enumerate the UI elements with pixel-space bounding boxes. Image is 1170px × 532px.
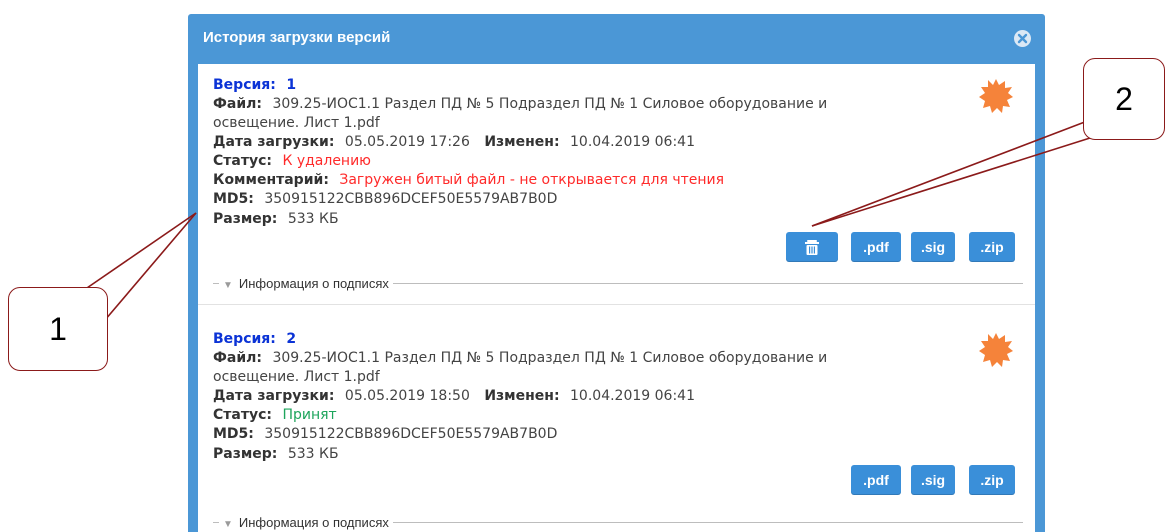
comment-value: Загружен битый файл - не открывается для… xyxy=(339,172,725,188)
comment-row: Комментарий: Загружен битый файл - не от… xyxy=(213,171,724,190)
dates-row: Дата загрузки: 05.05.2019 17:26 Изменен:… xyxy=(213,133,695,152)
status-row: Статус: Принят xyxy=(213,406,337,425)
signatures-info-text: Информация о подписях xyxy=(238,515,389,530)
close-icon[interactable] xyxy=(1014,30,1031,47)
version-title: Версия: 1 xyxy=(213,76,296,95)
file-name: 309.25-ИОС1.1 Раздел ПД № 5 Подраздел ПД… xyxy=(272,96,828,112)
size-label: Размер: xyxy=(213,211,278,227)
file-label: Файл: xyxy=(213,350,262,366)
pdf-button[interactable]: .pdf xyxy=(851,465,901,495)
modified-label: Изменен: xyxy=(484,388,560,404)
modified-label: Изменен: xyxy=(484,134,560,150)
dialog-body: Версия: 1 Файл: 309.25-ИОС1.1 Раздел ПД … xyxy=(198,64,1035,532)
status-burst-icon xyxy=(979,333,1013,367)
modified-value: 10.04.2019 06:41 xyxy=(570,134,695,150)
zip-button[interactable]: .zip xyxy=(969,465,1015,495)
modified-value: 10.04.2019 06:41 xyxy=(570,388,695,404)
dialog-header: История загрузки версий xyxy=(188,14,1045,64)
version-history-dialog: История загрузки версий Версия: 1 Файл: … xyxy=(188,14,1045,532)
version-title: Версия: 2 xyxy=(213,330,296,349)
version-label: Версия: xyxy=(213,331,276,347)
sig-button[interactable]: .sig xyxy=(911,465,955,495)
size-value: 533 КБ xyxy=(287,211,339,227)
dialog-title: История загрузки версий xyxy=(203,29,391,46)
pdf-button[interactable]: .pdf xyxy=(851,232,901,262)
callout-2: 2 xyxy=(1083,58,1165,140)
size-label: Размер: xyxy=(213,446,278,462)
md5-value: 350915122CBB896DCEF50E5579AB7B0D xyxy=(264,426,558,442)
file-name-cont: освещение. Лист 1.pdf xyxy=(213,115,380,131)
status-value: К удалению xyxy=(282,153,371,169)
version-number: 1 xyxy=(286,77,297,93)
status-label: Статус: xyxy=(213,407,272,423)
upload-date-value: 05.05.2019 18:50 xyxy=(344,388,470,404)
md5-value: 350915122CBB896DCEF50E5579AB7B0D xyxy=(264,191,558,207)
md5-label: MD5: xyxy=(213,191,254,207)
comment-label: Комментарий: xyxy=(213,172,329,188)
signatures-info-toggle[interactable]: ▼ Информация о подписях xyxy=(213,513,1023,532)
file-row: Файл: 309.25-ИОС1.1 Раздел ПД № 5 Подраз… xyxy=(213,349,827,368)
file-name: 309.25-ИОС1.1 Раздел ПД № 5 Подраздел ПД… xyxy=(272,350,828,366)
zip-button[interactable]: .zip xyxy=(969,232,1015,262)
upload-date-label: Дата загрузки: xyxy=(213,134,335,150)
md5-row: MD5: 350915122CBB896DCEF50E5579AB7B0D xyxy=(213,425,557,444)
signatures-info-text: Информация о подписях xyxy=(238,276,389,291)
callout-1: 1 xyxy=(8,287,108,371)
triangle-down-icon: ▼ xyxy=(223,519,233,530)
file-row: Файл: 309.25-ИОС1.1 Раздел ПД № 5 Подраз… xyxy=(213,95,827,114)
file-label: Файл: xyxy=(213,96,262,112)
version-number: 2 xyxy=(286,331,297,347)
version-card-2: Версия: 2 Файл: 309.25-ИОС1.1 Раздел ПД … xyxy=(198,304,1035,532)
version-label: Версия: xyxy=(213,77,276,93)
dates-row: Дата загрузки: 05.05.2019 18:50 Изменен:… xyxy=(213,387,695,406)
version-card-1: Версия: 1 Файл: 309.25-ИОС1.1 Раздел ПД … xyxy=(198,64,1035,302)
upload-date-value: 05.05.2019 17:26 xyxy=(344,134,470,150)
delete-button[interactable] xyxy=(786,232,838,262)
signatures-info-label: ▼ Информация о подписях xyxy=(219,274,393,295)
md5-row: MD5: 350915122CBB896DCEF50E5579AB7B0D xyxy=(213,190,557,209)
status-burst-icon xyxy=(979,79,1013,113)
size-row: Размер: 533 КБ xyxy=(213,445,339,464)
file-row-cont: освещение. Лист 1.pdf xyxy=(213,368,380,387)
status-value: Принят xyxy=(282,407,337,423)
file-row-cont: освещение. Лист 1.pdf xyxy=(213,114,380,133)
signatures-info-label: ▼ Информация о подписях xyxy=(219,513,393,532)
status-label: Статус: xyxy=(213,153,272,169)
status-row: Статус: К удалению xyxy=(213,152,371,171)
sig-button[interactable]: .sig xyxy=(911,232,955,262)
triangle-down-icon: ▼ xyxy=(223,280,233,291)
upload-date-label: Дата загрузки: xyxy=(213,388,335,404)
signatures-info-toggle[interactable]: ▼ Информация о подписях xyxy=(213,274,1023,295)
size-value: 533 КБ xyxy=(287,446,339,462)
size-row: Размер: 533 КБ xyxy=(213,210,339,229)
md5-label: MD5: xyxy=(213,426,254,442)
file-name-cont: освещение. Лист 1.pdf xyxy=(213,369,380,385)
